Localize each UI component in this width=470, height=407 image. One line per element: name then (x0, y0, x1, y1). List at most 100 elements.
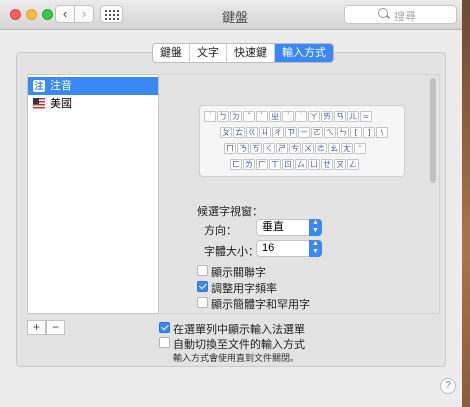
adjust-frequency-checkbox[interactable] (197, 281, 208, 292)
input-source-list[interactable]: 注 注音 美國 (27, 74, 159, 314)
key: ㄕ (276, 143, 288, 154)
orientation-value: 垂直 (262, 221, 284, 233)
key: ˙ (204, 111, 216, 122)
zoom-button[interactable] (42, 9, 53, 20)
title-bar: ‹ › 鍵盤 搜尋 (0, 0, 462, 30)
key: ' (354, 143, 366, 154)
key: ㄇ (224, 143, 236, 154)
key: ㄖ (282, 159, 294, 170)
key: ㄧ (298, 127, 310, 138)
show-all-button[interactable] (100, 5, 123, 23)
show-input-menu-checkbox[interactable] (159, 322, 170, 333)
key: ㄗ (285, 127, 297, 138)
font-size-label: 字體大小： (204, 246, 259, 258)
auto-switch-label: 自動切換至文件的輸入方式 (173, 339, 305, 351)
tab-bar: 鍵盤 文字 快速鍵 輸入方式 (152, 43, 334, 63)
show-simplified-rare-label: 顯示簡體字和罕用字 (211, 299, 310, 311)
tab-keyboard[interactable]: 鍵盤 (153, 44, 190, 62)
key: ㄙ (295, 159, 307, 170)
keyboard-preferences-window: ‹ › 鍵盤 搜尋 鍵盤 文字 快速鍵 輸入方式 注 注音 美國 + − ˙ ㄅ… (0, 0, 462, 407)
key: ㄑ (263, 143, 275, 154)
key: ㄤ (341, 143, 353, 154)
key: \ (376, 127, 388, 138)
key: ㄓ (269, 111, 281, 122)
key: ㄥ (347, 159, 359, 170)
show-simplified-rare-checkbox[interactable] (197, 297, 208, 308)
tab-input-sources[interactable]: 輸入方式 (275, 44, 333, 62)
keyboard-row: ㄇ ㄋ ㄎ ㄑ ㄕ ㄘ ㄨ ㄜ ㄠ ㄤ ' (224, 143, 367, 154)
key: ㄒ (269, 159, 281, 170)
keyboard-row: ˙ ㄅ ㄉ ˇ ˋ ㄓ ˊ ˙ ㄚ ㄞ ㄢ ㄦ = (204, 111, 373, 122)
key: ㄊ (233, 127, 245, 138)
key: ㄘ (289, 143, 301, 154)
key: ㄛ (311, 127, 323, 138)
source-label: 注音 (50, 80, 72, 92)
close-button[interactable] (10, 9, 21, 20)
forward-button[interactable]: › (74, 5, 94, 23)
us-flag-icon (33, 98, 45, 110)
key: ㄚ (308, 111, 320, 122)
keyboard-row: ㄆ ㄊ ㄍ ㄐ ㄔ ㄗ ㄧ ㄛ ㄟ ㄣ [ ] \ (220, 127, 389, 138)
key: ˙ (295, 111, 307, 122)
key: ㄌ (243, 159, 255, 170)
key: ] (363, 127, 375, 138)
key: ㄆ (220, 127, 232, 138)
tab-shortcuts[interactable]: 快速鍵 (227, 44, 275, 62)
orientation-label: 方向： (204, 225, 237, 237)
key: ㄠ (328, 143, 340, 154)
font-size-popup[interactable]: 16 ▲ ▼ (256, 240, 322, 257)
search-field[interactable]: 搜尋 (344, 5, 457, 24)
adjust-frequency-label: 調整用字頻率 (211, 283, 277, 295)
zhuyin-badge-icon: 注 (33, 80, 45, 92)
key: ㄐ (259, 127, 271, 138)
candidate-window-heading: 候選字視窗： (197, 206, 263, 218)
source-item-us[interactable]: 美國 (28, 95, 158, 113)
auto-switch-checkbox[interactable] (159, 337, 170, 348)
desktop-background (462, 0, 470, 407)
font-size-value: 16 (262, 242, 275, 254)
key: ㄩ (308, 159, 320, 170)
scrollbar[interactable] (430, 78, 436, 183)
key: ˊ (282, 111, 294, 122)
popup-arrows-icon: ▲ ▼ (309, 219, 322, 236)
search-placeholder: 搜尋 (394, 11, 416, 23)
key: ㄋ (237, 143, 249, 154)
show-associated-phrases-label: 顯示關聯字 (211, 267, 266, 279)
key: ㄔ (272, 127, 284, 138)
source-item-zhuyin[interactable]: 注 注音 (28, 77, 158, 95)
auto-switch-note: 輸入方式會使用直到文件關閉。 (173, 353, 300, 363)
key: ㄈ (230, 159, 242, 170)
key: ㄍ (246, 127, 258, 138)
key: ㄜ (315, 143, 327, 154)
source-label: 美國 (50, 98, 72, 110)
search-icon (378, 8, 388, 18)
key: ㄉ (230, 111, 242, 122)
chevron-left-icon: ‹ (62, 6, 68, 21)
key: ㄞ (321, 111, 333, 122)
key: [ (350, 127, 362, 138)
tab-text[interactable]: 文字 (190, 44, 227, 62)
window-title: 鍵盤 (221, 10, 248, 25)
key: ㄦ (347, 111, 359, 122)
remove-source-button[interactable]: − (46, 320, 65, 335)
key: ㄝ (321, 159, 333, 170)
show-associated-phrases-checkbox[interactable] (197, 265, 208, 276)
key: = (360, 111, 372, 122)
orientation-popup[interactable]: 垂直 ▲ ▼ (256, 219, 322, 236)
help-button[interactable]: ? (440, 378, 456, 394)
back-button[interactable]: ‹ (55, 5, 75, 23)
keyboard-row: ㄈ ㄌ ㄏ ㄒ ㄖ ㄙ ㄩ ㄝ ㄡ ㄥ (230, 159, 360, 170)
key: ㄎ (250, 143, 262, 154)
minimize-button[interactable] (26, 9, 37, 20)
keyboard-layout-preview: ˙ ㄅ ㄉ ˇ ˋ ㄓ ˊ ˙ ㄚ ㄞ ㄢ ㄦ = ㄆ ㄊ ㄍ ㄐ ㄔ ㄗ ㄧ … (199, 105, 405, 177)
key: ㄢ (334, 111, 346, 122)
chevron-right-icon: › (81, 6, 87, 21)
key: ˇ (243, 111, 255, 122)
add-source-button[interactable]: + (27, 320, 46, 335)
show-input-menu-label: 在選單列中顯示輸入法選單 (173, 324, 305, 336)
key: ㄅ (217, 111, 229, 122)
key: ˋ (256, 111, 268, 122)
key: ㄡ (334, 159, 346, 170)
key: ㄣ (337, 127, 349, 138)
key: ㄟ (324, 127, 336, 138)
